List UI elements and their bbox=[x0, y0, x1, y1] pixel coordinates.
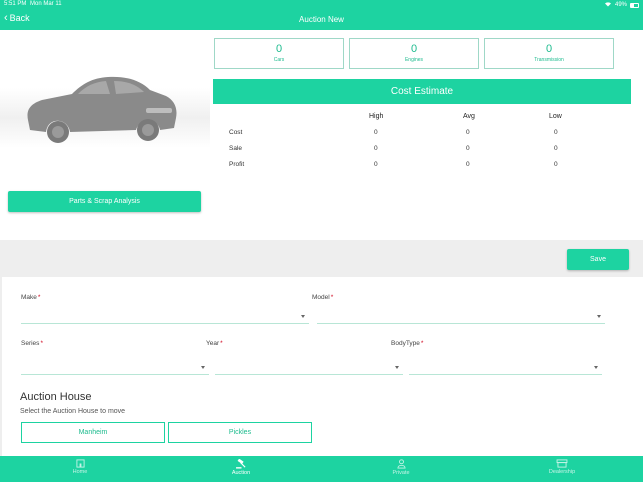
status-bar: 5:51 PM Mon Mar 11 49% bbox=[0, 0, 643, 10]
cell-value: 0 bbox=[554, 161, 558, 168]
cell-value: 0 bbox=[466, 161, 470, 168]
cell-value: 0 bbox=[374, 145, 378, 152]
status-right: 49% bbox=[604, 1, 639, 9]
row-label: Sale bbox=[229, 145, 243, 152]
required-mark: * bbox=[330, 294, 334, 301]
stat-label: Transmission bbox=[534, 57, 564, 63]
stat-value: 0 bbox=[545, 43, 553, 55]
auction-house-manheim-button[interactable]: Manheim bbox=[21, 422, 165, 443]
model-label-text: Model bbox=[312, 294, 330, 301]
required-mark: * bbox=[420, 340, 424, 347]
home-icon bbox=[75, 459, 85, 468]
store-icon bbox=[556, 459, 568, 468]
battery-icon bbox=[630, 2, 639, 8]
cell-value: 0 bbox=[374, 129, 378, 136]
cell-value: 0 bbox=[466, 129, 470, 136]
save-button[interactable]: Save bbox=[567, 249, 629, 270]
stat-label: Cars bbox=[273, 57, 285, 63]
page-title: Auction New bbox=[299, 15, 344, 24]
stat-label: Engines bbox=[404, 57, 424, 63]
table-row: Sale 0 0 0 bbox=[213, 145, 631, 157]
series-label: Series* bbox=[21, 340, 43, 347]
wifi-icon bbox=[604, 1, 612, 9]
cell-value: 0 bbox=[466, 145, 470, 152]
column-header-high: High bbox=[369, 113, 384, 120]
tab-label: Private bbox=[392, 470, 410, 476]
model-label: Model* bbox=[312, 294, 333, 301]
cell-value: 0 bbox=[554, 129, 558, 136]
required-mark: * bbox=[37, 294, 41, 301]
tab-private[interactable]: Private bbox=[321, 456, 481, 482]
status-time: 5:51 PM bbox=[4, 1, 27, 7]
year-label-text: Year bbox=[206, 340, 220, 347]
chevron-down-icon bbox=[597, 315, 601, 318]
person-icon bbox=[396, 459, 406, 469]
make-select[interactable] bbox=[21, 310, 309, 324]
year-label: Year* bbox=[206, 340, 223, 347]
tab-label: Auction bbox=[231, 470, 251, 476]
tab-bar: Home Auction Private Dealership bbox=[0, 456, 643, 482]
cell-value: 0 bbox=[554, 145, 558, 152]
make-label-text: Make bbox=[21, 294, 37, 301]
auction-house-title: Auction House bbox=[20, 391, 92, 403]
bodytype-label: BodyType* bbox=[391, 340, 423, 347]
car-icon bbox=[27, 76, 177, 143]
chevron-down-icon bbox=[395, 366, 399, 369]
cost-estimate-header: Cost Estimate bbox=[213, 79, 631, 104]
row-label: Profit bbox=[229, 161, 245, 168]
tab-home[interactable]: Home bbox=[0, 456, 160, 482]
year-select[interactable] bbox=[215, 361, 403, 375]
tab-auction[interactable]: Auction bbox=[161, 456, 321, 482]
parts-scrap-analysis-button[interactable]: Parts & Scrap Analysis bbox=[8, 191, 201, 212]
stat-value: 0 bbox=[275, 43, 283, 55]
chevron-down-icon bbox=[594, 366, 598, 369]
tab-label: Home bbox=[72, 469, 88, 475]
stat-transmission: 0 Transmission bbox=[484, 38, 614, 69]
column-header-avg: Avg bbox=[463, 113, 475, 120]
summary-panel: Parts & Scrap Analysis 0 Cars 0 Engines … bbox=[0, 30, 643, 240]
bodytype-label-text: BodyType bbox=[391, 340, 420, 347]
table-row: Cost 0 0 0 bbox=[213, 129, 631, 141]
row-label: Cost bbox=[229, 129, 243, 136]
tab-dealership[interactable]: Dealership bbox=[482, 456, 642, 482]
stat-engines: 0 Engines bbox=[349, 38, 479, 69]
series-label-text: Series bbox=[21, 340, 40, 347]
bodytype-select[interactable] bbox=[409, 361, 602, 375]
stat-value: 0 bbox=[410, 43, 418, 55]
column-header-low: Low bbox=[549, 113, 562, 120]
status-date: Mon Mar 11 bbox=[30, 1, 62, 7]
chevron-down-icon bbox=[201, 366, 205, 369]
cell-value: 0 bbox=[374, 161, 378, 168]
chevron-down-icon bbox=[301, 315, 305, 318]
tab-label: Dealership bbox=[548, 469, 576, 475]
required-mark: * bbox=[40, 340, 43, 347]
table-row: Profit 0 0 0 bbox=[213, 161, 631, 173]
required-mark: * bbox=[220, 340, 223, 347]
make-label: Make* bbox=[21, 294, 40, 301]
battery-percent: 49% bbox=[614, 2, 627, 8]
series-select[interactable] bbox=[21, 361, 209, 375]
auction-house-pickles-button[interactable]: Pickles bbox=[168, 422, 312, 443]
auction-house-subtitle: Select the Auction House to move bbox=[20, 408, 126, 415]
gavel-icon bbox=[235, 459, 246, 469]
top-bar: 5:51 PM Mon Mar 11 49% ‹ Back Auction Ne… bbox=[0, 0, 643, 30]
vehicle-form: Make* Model* Series* Year* BodyType* Auc… bbox=[2, 277, 643, 457]
model-select[interactable] bbox=[317, 310, 605, 324]
stat-cars: 0 Cars bbox=[214, 38, 344, 69]
